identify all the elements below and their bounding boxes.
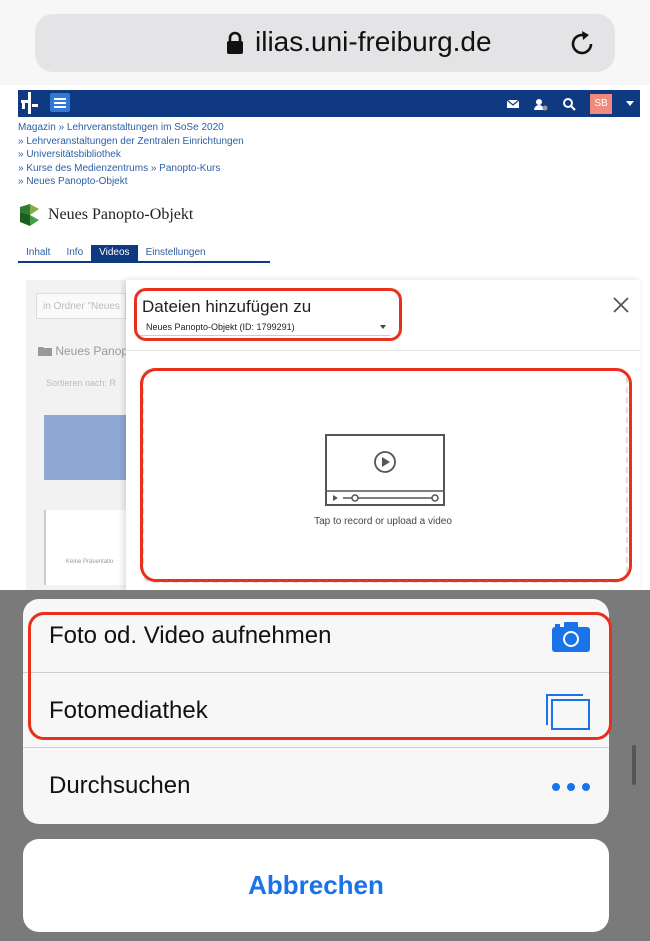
tab-info[interactable]: Info bbox=[58, 245, 91, 261]
close-icon[interactable] bbox=[612, 296, 630, 314]
breadcrumb: Magazin » Lehrveranstaltungen im SoSe 20… bbox=[18, 121, 244, 189]
divider bbox=[126, 350, 640, 351]
breadcrumb-item[interactable]: » Universitätsbibliothek bbox=[18, 148, 244, 162]
card-caption: Keine Präsentatio bbox=[66, 559, 114, 565]
action-browse[interactable]: Durchsuchen bbox=[23, 749, 609, 823]
browser-toolbar: ilias.uni-freiburg.de bbox=[0, 0, 650, 85]
breadcrumb-item[interactable]: Magazin » Lehrveranstaltungen im SoSe 20… bbox=[18, 121, 244, 135]
search-icon[interactable] bbox=[562, 97, 576, 111]
divider bbox=[23, 747, 609, 748]
tab-videos[interactable]: Videos bbox=[91, 245, 138, 261]
tab-bar: Inhalt Info Videos Einstellungen bbox=[18, 245, 270, 263]
chevron-down-icon[interactable] bbox=[626, 101, 634, 106]
user-avatar[interactable]: SB bbox=[590, 93, 612, 114]
cancel-button[interactable]: Abbrechen bbox=[23, 839, 609, 932]
tab-einstellungen[interactable]: Einstellungen bbox=[138, 245, 214, 261]
scroll-indicator bbox=[632, 745, 636, 785]
object-header: Neues Panopto-Objekt bbox=[18, 203, 193, 227]
panopto-folder-panel: in Ordner "Neues Neues Panop Sortieren n… bbox=[26, 280, 132, 590]
mail-icon[interactable] bbox=[506, 97, 520, 111]
breadcrumb-item[interactable]: » Kurse des Medienzentrums » Panopto-Kur… bbox=[18, 162, 244, 176]
page-title: Neues Panopto-Objekt bbox=[48, 206, 194, 223]
cancel-label: Abbrechen bbox=[248, 870, 384, 900]
hamburger-menu-icon[interactable] bbox=[50, 93, 70, 112]
folder-search-input[interactable]: in Ordner "Neues bbox=[36, 293, 126, 319]
upload-hint: Tap to record or upload a video bbox=[314, 516, 452, 527]
action-label: Durchsuchen bbox=[49, 772, 191, 799]
url-text: ilias.uni-freiburg.de bbox=[255, 26, 492, 57]
breadcrumb-item[interactable]: » Neues Panopto-Objekt bbox=[18, 175, 244, 189]
upload-dialog: Dateien hinzufügen zu Neues Panopto-Obje… bbox=[126, 280, 640, 590]
folder-icon bbox=[38, 347, 52, 356]
video-player-icon bbox=[325, 434, 445, 506]
session-card[interactable]: Keine Präsentatio bbox=[44, 510, 132, 585]
sort-label: Sortieren nach: R bbox=[46, 378, 117, 388]
highlight-annotation bbox=[28, 612, 612, 740]
reload-icon[interactable] bbox=[567, 28, 597, 58]
url-bar[interactable]: ilias.uni-freiburg.de bbox=[35, 14, 615, 72]
ilias-logo-icon[interactable] bbox=[18, 92, 42, 114]
contacts-icon[interactable] bbox=[534, 97, 548, 111]
breadcrumb-item[interactable]: » Lehrveranstaltungen der Zentralen Einr… bbox=[18, 135, 244, 149]
tab-inhalt[interactable]: Inhalt bbox=[18, 245, 58, 261]
lock-icon bbox=[227, 31, 243, 54]
highlight-annotation bbox=[134, 288, 402, 341]
top-navbar: SB bbox=[18, 90, 640, 117]
panopto-logo-icon bbox=[20, 204, 39, 226]
more-icon bbox=[552, 783, 590, 791]
video-thumbnail[interactable] bbox=[44, 415, 130, 480]
folder-label: Neues Panop bbox=[38, 344, 128, 358]
